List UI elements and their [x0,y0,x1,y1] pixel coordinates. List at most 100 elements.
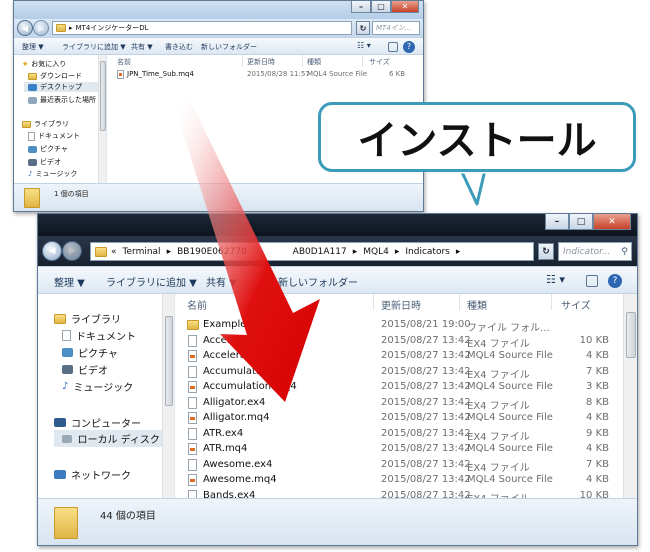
column-header-name[interactable]: 名前 [187,297,207,312]
file-size: 7 KB [586,365,609,377]
minimize-button[interactable]: – [351,1,371,13]
close-button[interactable]: ✕ [391,1,419,13]
nav-scroll-thumb[interactable] [165,316,173,406]
share-button[interactable]: 共有 ▼ [131,42,153,52]
breadcrumb-overflow[interactable]: « [111,247,117,257]
destination-command-bar: 整理 ▼ ライブラリに追加 ▼ 共有 ▼ 新しいフォルダー ☷ ▾ ? [38,266,637,294]
nav-libraries[interactable]: ライブラリ [22,119,69,129]
file-date: 2015/08/27 13:42 [381,412,471,423]
add-to-library-button[interactable]: ライブラリに追加 ▼ [62,42,126,52]
file-row[interactable]: Accelerator.ex4 2015/08/27 13:42 EX4 ファイル 1… [175,333,621,350]
column-header-type[interactable]: 種類 [467,297,487,312]
address-bar[interactable]: « Terminal ▸ BB190E062770 AB0D1A117 ▸ MQ… [90,242,534,261]
forward-button[interactable]: ▶ [62,241,82,261]
help-icon[interactable]: ? [403,41,415,53]
column-header-size[interactable]: サイズ [561,297,591,312]
nav-music[interactable]: ♪ ミュージック [62,379,133,394]
column-header-name[interactable]: 名前 [117,57,131,67]
file-date: 2015/08/27 13:42 [381,427,471,439]
maximize-button[interactable]: □ [569,214,593,230]
ex4-file-icon [188,458,197,471]
nav-videos[interactable]: ビデオ [62,362,108,377]
file-row[interactable]: JPN_Time_Sub.mq4 2015/08/28 11:57 MQL4 S… [107,69,423,81]
breadcrumb-item-terminal-id-end[interactable]: AB0D1A117 [293,247,347,257]
new-folder-button[interactable]: 新しいフォルダー [201,42,257,52]
column-header-type[interactable]: 種類 [307,57,321,67]
file-row[interactable]: ATR.mq4 2015/08/27 13:42 MQL4 Source File 4… [175,441,621,456]
file-row[interactable]: ATR.ex4 2015/08/27 13:42 EX4 ファイル 9 KB [175,426,621,443]
nav-favorites[interactable]: ★ お気に入り [22,59,66,69]
nav-downloads[interactable]: ダウンロード [28,71,82,81]
mq4-file-icon [117,70,124,79]
source-navigation-bar: ◀ ▶ ▸ MT4インジケーターDL ↻ MT4イン... [14,19,423,37]
burn-button[interactable]: 書き込む [165,42,193,52]
file-row[interactable]: Accumulation.ex4 2015/08/27 13:42 EX4 ファイル… [175,364,621,381]
destination-file-list: 名前 更新日時 種類 サイズ Examples 2015/08/21 19:00 フ… [175,294,637,498]
nav-libraries[interactable]: ライブラリ [54,311,121,326]
file-row[interactable]: Bands.ex4 2015/08/27 13:42EX4 ファイル 10 KB [175,488,621,498]
nav-computer[interactable]: コンピューター [54,415,141,430]
nav-scrollbar[interactable] [98,55,106,183]
file-row[interactable]: Accumulation.mq4 2015/08/27 13:42 MQL4 Sou… [175,379,621,394]
nav-recent-places[interactable]: 最近表示した場所 [28,95,96,105]
view-options-icon[interactable]: ☷ ▾ [546,273,565,286]
search-input[interactable]: Indicator... ⚲ [558,242,632,261]
column-header-date[interactable]: 更新日時 [381,297,421,312]
file-row[interactable]: Alligator.ex4 2015/08/27 13:42 EX4 ファイル 8 K… [175,395,621,412]
breadcrumb-item-indicators[interactable]: Indicators [405,247,449,257]
nav-pictures[interactable]: ピクチャ [28,144,68,154]
organize-button[interactable]: 整理 ▼ [54,274,85,289]
nav-videos[interactable]: ビデオ [28,157,61,167]
nav-documents[interactable]: ドキュメント [28,131,80,141]
preview-pane-icon[interactable] [388,42,398,52]
back-button[interactable]: ◀ [17,20,33,36]
file-size: 4 KB [586,412,609,423]
preview-pane-icon[interactable] [586,275,598,287]
breadcrumb-item-terminal[interactable]: Terminal [123,247,161,257]
back-button[interactable]: ◀ [42,241,62,261]
refresh-button[interactable]: ↻ [356,21,370,35]
address-bar[interactable]: ▸ MT4インジケーターDL [52,21,352,35]
share-button[interactable]: 共有 ▼ [206,274,237,289]
search-input[interactable]: MT4イン... [372,21,420,35]
destination-navigation-pane: ライブラリ ドキュメント ピクチャ ビデオ ♪ ミュージック コンピューター ロ… [38,294,175,498]
file-row[interactable]: Awesome.ex4 2015/08/27 13:42 EX4 ファイル 7 KB [175,457,621,474]
mq4-file-icon [188,412,197,424]
file-name: Accelerator.ex4 [203,334,281,346]
file-name: Alligator.ex4 [203,396,266,408]
file-name: Awesome.ex4 [203,458,273,470]
file-name: ATR.mq4 [203,443,248,454]
column-header-size[interactable]: サイズ [369,57,390,67]
refresh-button[interactable]: ↻ [538,243,554,260]
column-header-date[interactable]: 更新日時 [247,57,275,67]
help-icon[interactable]: ? [608,274,622,288]
file-type: MQL4 Source File [467,474,553,485]
breadcrumb-item-mql4[interactable]: MQL4 [363,247,389,257]
add-to-library-button[interactable]: ライブラリに追加 ▼ [106,274,197,289]
new-folder-button[interactable]: 新しいフォルダー [278,274,358,289]
file-row[interactable]: Accelerator.mq4 2015/08/27 13:42 MQL4 Sour… [175,348,621,363]
breadcrumb-item-terminal-id-start[interactable]: BB190E062770 [177,247,247,257]
file-row[interactable]: Alligator.mq4 2015/08/27 13:42 MQL4 Source… [175,410,621,425]
nav-pictures[interactable]: ピクチャ [62,345,118,360]
recent-places-icon [28,96,37,104]
view-options-icon[interactable]: ☷ ▾ [357,41,371,50]
file-list-scroll-thumb[interactable] [626,312,636,358]
column-divider [459,294,460,310]
close-button[interactable]: ✕ [593,214,631,230]
nav-network[interactable]: ネットワーク [54,467,131,482]
minimize-button[interactable]: – [545,214,569,230]
nav-local-disk[interactable]: ローカル ディスク (C [54,430,174,447]
file-row[interactable]: Examples 2015/08/21 19:00 ファイル フォル... [175,317,621,334]
nav-music[interactable]: ♪ ミュージック [28,169,77,179]
file-row[interactable]: Awesome.mq4 2015/08/27 13:42 MQL4 Source F… [175,472,621,487]
nav-scrollbar[interactable] [162,294,174,498]
nav-scroll-thumb[interactable] [100,61,106,131]
nav-desktop[interactable]: デスクトップ [24,82,106,92]
organize-button[interactable]: 整理 ▼ [22,42,44,52]
file-list-scrollbar[interactable] [623,294,637,498]
forward-button[interactable]: ▶ [33,20,49,36]
nav-documents[interactable]: ドキュメント [62,328,136,343]
maximize-button[interactable]: □ [371,1,391,13]
breadcrumb-item[interactable]: MT4インジケーターDL [76,23,149,33]
